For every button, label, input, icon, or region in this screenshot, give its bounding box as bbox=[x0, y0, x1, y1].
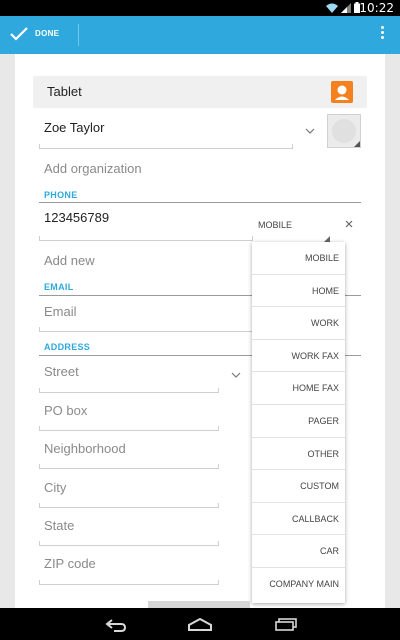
dropdown-option-other[interactable]: OTHER bbox=[252, 438, 345, 471]
status-bar: 10:22 bbox=[0, 0, 400, 16]
avatar-placeholder-icon bbox=[332, 119, 360, 147]
close-icon[interactable] bbox=[345, 220, 353, 228]
dropdown-option-mobile[interactable]: MOBILE bbox=[252, 242, 345, 275]
phone-type-dropdown: MOBILE HOME WORK WORK FAX HOME FAX PAGER… bbox=[252, 242, 345, 603]
dropdown-option-company-main[interactable]: COMPANY MAIN bbox=[252, 568, 345, 601]
navigation-bar bbox=[0, 608, 400, 640]
street-underline bbox=[39, 388, 219, 393]
phone-section-label: PHONE bbox=[44, 190, 78, 200]
dropdown-option-pager[interactable]: PAGER bbox=[252, 405, 345, 438]
status-icons bbox=[326, 2, 360, 13]
dropdown-option-work-fax[interactable]: WORK FAX bbox=[252, 340, 345, 373]
bottom-sheet-handle bbox=[148, 601, 250, 608]
phone-type-label: MOBILE bbox=[258, 220, 293, 230]
email-field[interactable]: Email bbox=[44, 304, 77, 319]
home-icon[interactable] bbox=[187, 618, 213, 631]
account-type-label: Tablet bbox=[47, 84, 82, 99]
overflow-menu-icon[interactable] bbox=[378, 26, 386, 44]
dropdown-option-callback[interactable]: CALLBACK bbox=[252, 503, 345, 536]
phone-number-field[interactable]: 123456789 bbox=[44, 210, 109, 225]
chevron-down-icon[interactable] bbox=[231, 372, 241, 378]
state-field[interactable]: State bbox=[44, 518, 74, 533]
po-box-underline bbox=[39, 426, 219, 431]
address-section-label: ADDRESS bbox=[44, 342, 91, 352]
done-label: DONE bbox=[35, 29, 60, 38]
dropdown-option-home[interactable]: HOME bbox=[252, 275, 345, 308]
neighborhood-field[interactable]: Neighborhood bbox=[44, 441, 126, 456]
account-header: Tablet bbox=[33, 76, 367, 108]
dropdown-option-home-fax[interactable]: HOME FAX bbox=[252, 372, 345, 405]
status-clock: 10:22 bbox=[359, 1, 394, 15]
contact-photo[interactable] bbox=[327, 114, 361, 148]
city-underline bbox=[39, 503, 219, 508]
add-organization[interactable]: Add organization bbox=[44, 161, 142, 176]
back-icon[interactable] bbox=[104, 618, 128, 632]
action-bar: DONE bbox=[0, 16, 400, 54]
phone-type-selector[interactable]: MOBILE bbox=[258, 218, 330, 242]
zip-code-field[interactable]: ZIP code bbox=[44, 556, 96, 571]
recents-icon[interactable] bbox=[274, 618, 298, 631]
dropdown-option-work[interactable]: WORK bbox=[252, 307, 345, 340]
add-new-phone[interactable]: Add new bbox=[44, 253, 95, 268]
email-section-label: EMAIL bbox=[44, 282, 74, 292]
email-underline bbox=[39, 327, 253, 332]
street-field[interactable]: Street bbox=[44, 364, 79, 379]
person-icon bbox=[335, 85, 349, 100]
state-underline bbox=[39, 541, 219, 546]
check-icon bbox=[10, 27, 28, 41]
phone-underline bbox=[39, 236, 253, 241]
signal-icon bbox=[341, 2, 351, 13]
phone-section-line bbox=[39, 202, 361, 203]
done-button[interactable]: DONE bbox=[0, 16, 78, 54]
name-field[interactable]: Zoe Taylor bbox=[44, 120, 104, 135]
zip-code-underline bbox=[39, 580, 219, 585]
chevron-down-icon[interactable] bbox=[305, 128, 315, 134]
wifi-icon bbox=[326, 3, 338, 13]
dropdown-option-custom[interactable]: CUSTOM bbox=[252, 470, 345, 503]
dropdown-option-car[interactable]: CAR bbox=[252, 535, 345, 568]
po-box-field[interactable]: PO box bbox=[44, 403, 87, 418]
account-icon bbox=[331, 81, 353, 103]
action-divider bbox=[78, 24, 79, 46]
city-field[interactable]: City bbox=[44, 480, 66, 495]
name-underline bbox=[39, 144, 293, 149]
neighborhood-underline bbox=[39, 464, 219, 469]
